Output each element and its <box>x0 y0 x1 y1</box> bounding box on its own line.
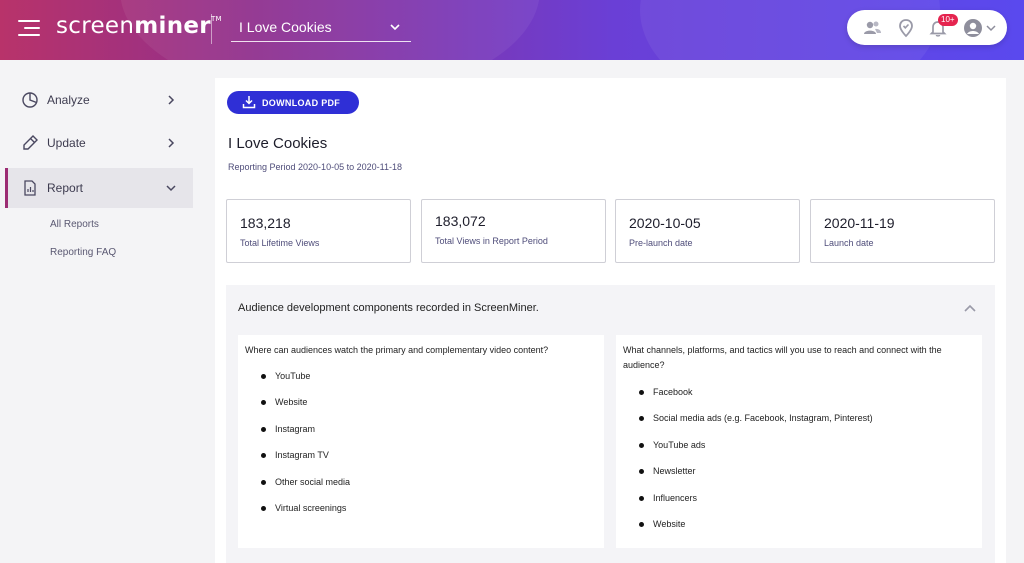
account-icon[interactable] <box>963 18 983 38</box>
question-card: Where can audiences watch the primary an… <box>238 335 604 548</box>
menu-icon[interactable] <box>18 17 44 39</box>
sidebar-item-label: Analyze <box>47 93 90 107</box>
sidebar-item-update[interactable]: Update <box>5 123 193 163</box>
list-item: Influencers <box>616 493 976 519</box>
chevron-down-icon[interactable] <box>986 24 996 32</box>
sidebar: Analyze Update Report All Reports Report… <box>0 60 205 563</box>
list-item: Other social media <box>238 477 598 503</box>
stat-label: Total Lifetime Views <box>240 238 320 248</box>
stat-value: 183,218 <box>240 215 291 231</box>
chevron-right-icon <box>168 138 175 148</box>
audience-section: Audience development components recorded… <box>226 285 995 563</box>
location-pin-icon[interactable] <box>896 18 916 38</box>
users-icon[interactable] <box>862 18 882 38</box>
list-item: Facebook <box>616 387 976 413</box>
question-text: What channels, platforms, and tactics wi… <box>623 343 942 373</box>
stat-card: 183,072 Total Views in Report Period <box>421 199 606 263</box>
list-item: Virtual screenings <box>238 503 598 529</box>
chevron-down-icon <box>166 185 176 192</box>
stat-card: 2020-10-05 Pre-launch date <box>615 199 800 263</box>
question-line: What channels, platforms, and tactics wi… <box>623 345 942 355</box>
chevron-up-icon[interactable] <box>963 302 977 314</box>
list-item: Website <box>616 519 976 545</box>
list-item: Instagram <box>238 424 598 450</box>
list-item: YouTube <box>238 371 598 397</box>
chevron-right-icon <box>168 95 175 105</box>
question-card: What channels, platforms, and tactics wi… <box>616 335 982 548</box>
answer-list: Facebook Social media ads (e.g. Facebook… <box>616 387 976 545</box>
download-pdf-button[interactable]: DOWNLOAD PDF <box>227 91 359 114</box>
stat-card: 183,218 Total Lifetime Views <box>226 199 411 263</box>
stat-value: 2020-11-19 <box>824 215 895 231</box>
list-item: YouTube ads <box>616 440 976 466</box>
app-logo[interactable]: screenminerTM <box>56 13 222 39</box>
question-line: audience? <box>623 360 665 370</box>
header-divider <box>211 14 212 44</box>
sidebar-item-label: Report <box>47 181 84 195</box>
pie-chart-icon <box>22 92 38 108</box>
stat-value: 2020-10-05 <box>629 215 701 231</box>
stat-label: Total Views in Report Period <box>435 236 548 246</box>
page-title: I Love Cookies <box>228 135 328 152</box>
question-text: Where can audiences watch the primary an… <box>245 345 549 355</box>
answer-list: YouTube Website Instagram Instagram TV O… <box>238 371 598 529</box>
sidebar-item-report[interactable]: Report <box>5 168 193 208</box>
sidebar-item-label: Update <box>47 136 86 150</box>
download-pdf-label: DOWNLOAD PDF <box>262 98 341 108</box>
user-toolbar <box>847 10 1007 45</box>
list-item: Social media ads (e.g. Facebook, Instagr… <box>616 413 976 439</box>
sidebar-item-analyze[interactable]: Analyze <box>5 80 193 120</box>
stat-label: Pre-launch date <box>629 238 693 248</box>
stat-card: 2020-11-19 Launch date <box>810 199 995 263</box>
notification-badge: 10+ <box>938 14 958 26</box>
list-item: Instagram TV <box>238 450 598 476</box>
download-icon <box>242 96 256 109</box>
edit-icon <box>23 135 38 150</box>
stat-value: 183,072 <box>435 213 486 229</box>
section-heading: Audience development components recorded… <box>238 302 539 314</box>
document-chart-icon <box>24 180 36 196</box>
project-select[interactable]: I Love Cookies <box>231 14 411 42</box>
report-panel: DOWNLOAD PDF I Love Cookies Reporting Pe… <box>215 78 1006 563</box>
subnav-reporting-faq[interactable]: Reporting FAQ <box>50 247 116 258</box>
stat-label: Launch date <box>824 238 874 248</box>
reporting-period: Reporting Period 2020-10-05 to 2020-11-1… <box>228 162 402 172</box>
list-item: Website <box>238 397 598 423</box>
subnav-all-reports[interactable]: All Reports <box>50 219 99 230</box>
chevron-down-icon <box>390 24 400 31</box>
list-item: Newsletter <box>616 466 976 492</box>
project-select-value: I Love Cookies <box>239 19 332 35</box>
